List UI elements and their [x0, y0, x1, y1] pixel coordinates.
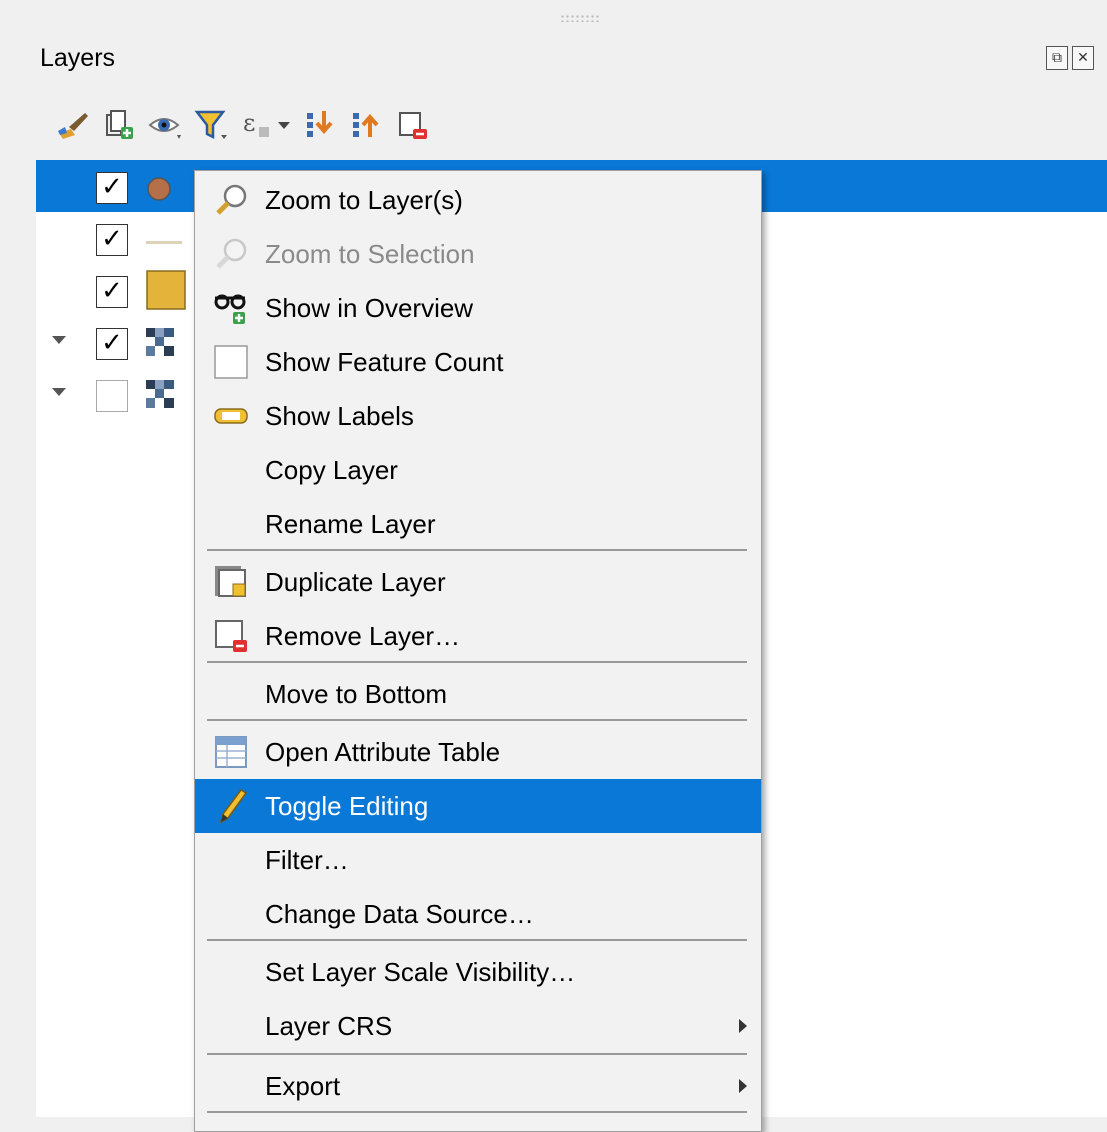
- zoom-icon: [213, 182, 249, 218]
- menu-item-zoom-to-layers[interactable]: Zoom to Layer(s): [195, 173, 761, 227]
- menu-item-export[interactable]: Export: [195, 1059, 761, 1113]
- expand-all-icon[interactable]: [300, 104, 342, 146]
- raster-symbol-icon: [146, 328, 174, 361]
- menu-item-copy-layer[interactable]: Copy Layer: [195, 443, 761, 497]
- expand-arrow-icon[interactable]: [52, 336, 66, 344]
- layer-visibility-checkbox[interactable]: ✓: [96, 172, 128, 204]
- zoom-selection-icon: [213, 236, 249, 272]
- submenu-arrow-icon: [739, 1079, 747, 1093]
- panel-window-buttons: ⧉ ✕: [1046, 46, 1094, 70]
- collapse-all-icon[interactable]: [346, 104, 388, 146]
- menu-separator: [207, 549, 747, 551]
- menu-item-move-to-bottom[interactable]: Move to Bottom: [195, 667, 761, 721]
- manage-visibility-icon[interactable]: [144, 104, 186, 146]
- line-symbol-icon: [146, 234, 182, 252]
- menu-separator: [207, 1053, 747, 1055]
- submenu-arrow-icon: [739, 1019, 747, 1033]
- float-panel-icon[interactable]: ⧉: [1046, 46, 1068, 70]
- checkbox-icon[interactable]: [213, 344, 249, 380]
- panel-drag-handle[interactable]: [560, 14, 600, 22]
- layer-visibility-checkbox[interactable]: ✓: [96, 224, 128, 256]
- duplicate-layer-icon: [213, 564, 249, 600]
- remove-layer-icon: [213, 618, 249, 654]
- menu-item-rename-layer[interactable]: Rename Layer: [195, 497, 761, 551]
- menu-item-set-layer-scale-visibility[interactable]: Set Layer Scale Visibility…: [195, 945, 761, 999]
- point-symbol-icon: [146, 176, 172, 207]
- menu-item-remove-layer[interactable]: Remove Layer…: [195, 609, 761, 663]
- pencil-icon: [213, 788, 249, 824]
- dropdown-arrow-icon[interactable]: [274, 104, 294, 146]
- filter-legend-icon[interactable]: [190, 104, 232, 146]
- menu-item-toggle-editing[interactable]: Toggle Editing: [195, 779, 761, 833]
- svg-text:ε: ε: [243, 109, 255, 137]
- style-manager-icon[interactable]: [52, 104, 94, 146]
- menu-item-change-data-source[interactable]: Change Data Source…: [195, 887, 761, 941]
- menu-separator: [207, 719, 747, 721]
- layer-context-menu: Zoom to Layer(s) Zoom to Selection Show …: [194, 170, 762, 1132]
- menu-separator: [207, 661, 747, 663]
- layer-visibility-checkbox[interactable]: ✓: [96, 276, 128, 308]
- menu-item-show-labels[interactable]: Show Labels: [195, 389, 761, 443]
- menu-item-zoom-to-selection[interactable]: Zoom to Selection: [195, 227, 761, 281]
- layers-toolbar: ε: [52, 104, 438, 146]
- menu-item-show-in-overview[interactable]: Show in Overview: [195, 281, 761, 335]
- close-panel-icon[interactable]: ✕: [1072, 46, 1094, 70]
- menu-separator: [207, 939, 747, 941]
- menu-item-layer-crs[interactable]: Layer CRS: [195, 999, 761, 1053]
- menu-separator: [207, 1111, 747, 1113]
- layer-visibility-checkbox[interactable]: [96, 380, 128, 412]
- menu-item-open-attribute-table[interactable]: Open Attribute Table: [195, 725, 761, 779]
- menu-item-filter[interactable]: Filter…: [195, 833, 761, 887]
- expand-arrow-icon[interactable]: [52, 388, 66, 396]
- overview-icon: [213, 290, 249, 326]
- polygon-symbol-icon: [146, 270, 186, 315]
- filter-by-expression-icon[interactable]: ε: [236, 104, 278, 146]
- raster-symbol-icon: [146, 380, 174, 413]
- menu-item-duplicate-layer[interactable]: Duplicate Layer: [195, 555, 761, 609]
- menu-item-show-feature-count[interactable]: Show Feature Count: [195, 335, 761, 389]
- panel-title: Layers: [40, 44, 116, 72]
- remove-layer-icon[interactable]: [392, 104, 434, 146]
- add-group-icon[interactable]: [98, 104, 140, 146]
- attribute-table-icon: [213, 734, 249, 770]
- layer-visibility-checkbox[interactable]: ✓: [96, 328, 128, 360]
- labels-icon: [213, 398, 249, 434]
